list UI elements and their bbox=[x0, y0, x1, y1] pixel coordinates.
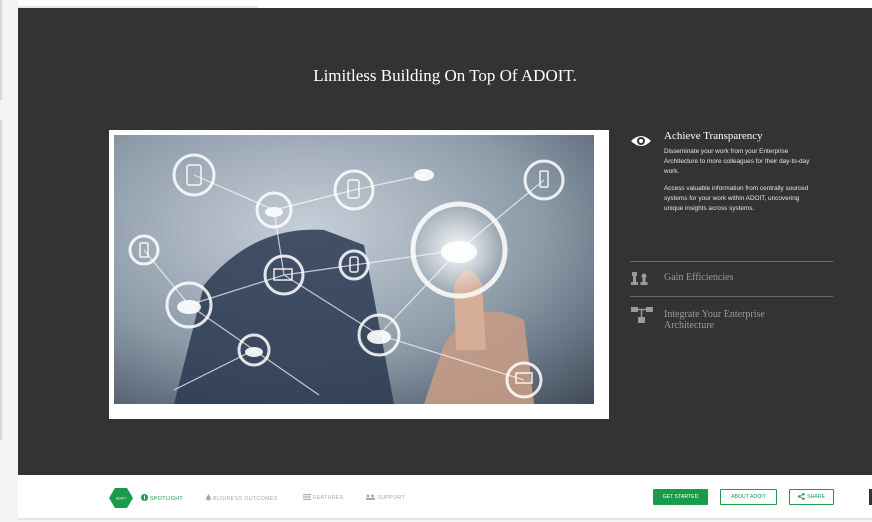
network-touch-illustration bbox=[114, 135, 594, 404]
eye-icon[interactable] bbox=[630, 134, 652, 153]
top-strip bbox=[18, 0, 872, 8]
about-adoit-button[interactable]: ABOUT ADOIT bbox=[720, 489, 777, 505]
share-icon bbox=[798, 492, 805, 502]
users-icon bbox=[366, 494, 375, 502]
hierarchy-icon[interactable] bbox=[630, 306, 654, 329]
feature-divider bbox=[630, 261, 833, 262]
nav-spotlight[interactable]: SPOTLIGHT bbox=[141, 494, 183, 503]
chess-pieces-icon[interactable] bbox=[630, 270, 650, 291]
hero-image bbox=[109, 130, 609, 419]
feature-description: Disseminate your work from your Enterpri… bbox=[664, 147, 814, 221]
nav-label: SUPPORT bbox=[377, 495, 405, 501]
nav-label: SPOTLIGHT bbox=[150, 495, 183, 502]
left-page-edge bbox=[0, 0, 18, 522]
get-started-button[interactable]: GET STARTED bbox=[653, 489, 708, 505]
nav-label: FEATURES bbox=[313, 495, 344, 501]
feature-title-transparency[interactable]: Achieve Transparency bbox=[664, 130, 763, 142]
footer-bottom-border bbox=[18, 518, 872, 520]
list-icon bbox=[303, 494, 311, 502]
feature-title-efficiencies[interactable]: Gain Efficiencies bbox=[664, 272, 814, 283]
edge-divider bbox=[0, 0, 2, 100]
share-label: SHARE bbox=[807, 494, 825, 500]
bottom-navigation-bar: ADOIT SPOTLIGHT BUSINESS OUTCOMES FEATUR… bbox=[18, 475, 872, 520]
share-button[interactable]: SHARE bbox=[789, 489, 834, 505]
adoit-logo[interactable]: ADOIT bbox=[109, 488, 133, 513]
feature-paragraph: Disseminate your work from your Enterpri… bbox=[664, 148, 810, 175]
logo-text: ADOIT bbox=[116, 497, 128, 501]
nav-label: BUSINESS OUTCOMES bbox=[213, 495, 278, 502]
nav-support[interactable]: SUPPORT bbox=[366, 494, 405, 502]
feature-paragraph: Access valuable information from central… bbox=[664, 185, 809, 212]
page-headline: Limitless Building On Top Of ADOIT. bbox=[313, 66, 577, 85]
spotlight-stage: Limitless Building On Top Of ADOIT. Achi… bbox=[18, 8, 872, 475]
circle-info-icon bbox=[141, 494, 148, 503]
nav-business-outcomes[interactable]: BUSINESS OUTCOMES bbox=[206, 494, 278, 503]
feature-divider bbox=[630, 296, 833, 297]
feature-title-integrate[interactable]: Integrate Your Enterprise Architecture bbox=[664, 309, 814, 331]
drop-icon bbox=[206, 494, 211, 503]
nav-features[interactable]: FEATURES bbox=[303, 494, 344, 502]
edge-divider bbox=[0, 120, 2, 440]
